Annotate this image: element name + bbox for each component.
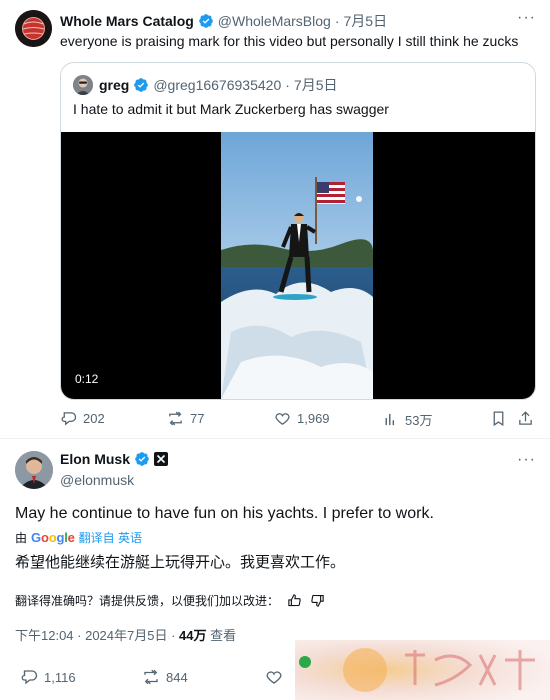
- reply-count: 202: [83, 411, 105, 426]
- quoted-display-name[interactable]: greg: [99, 77, 129, 93]
- reply-icon: [20, 668, 38, 686]
- repost-button[interactable]: 77: [167, 410, 204, 427]
- share-icon: [517, 410, 534, 427]
- google-logo: Google: [31, 530, 75, 545]
- thumbs-up-icon[interactable]: [287, 593, 302, 608]
- elon-avatar[interactable]: [15, 451, 53, 489]
- tweet-divider: [0, 438, 550, 439]
- x-affiliation-badge-icon[interactable]: [154, 452, 169, 466]
- heart-icon: [274, 410, 291, 427]
- views-button[interactable]: 53万: [382, 410, 432, 429]
- repost-icon: [167, 410, 184, 427]
- repost-count: 77: [190, 411, 205, 426]
- quoted-handle: @greg16676935420: [153, 77, 282, 93]
- translate-by-label: 由: [15, 531, 28, 545]
- video-frame: [221, 132, 373, 399]
- watermark-overlay: [295, 640, 550, 700]
- tweet-timestamp-row: 下午12:04 · 2024年7月5日 · 44万 查看: [15, 625, 236, 644]
- translate-from-link[interactable]: 翻译自 英语: [79, 529, 142, 546]
- separator-dot: ·: [334, 13, 340, 29]
- top-tweet-handle[interactable]: @WholeMarsBlog: [218, 13, 331, 29]
- quoted-date: 7月5日: [293, 77, 338, 93]
- top-tweet-text: everyone is praising mark for this video…: [60, 33, 519, 49]
- video-player[interactable]: 0:12: [61, 132, 535, 399]
- top-tweet-header: Whole Mars Catalog @WholeMarsBlog · 7月5日: [60, 11, 387, 31]
- separator-dot: ·: [285, 77, 290, 93]
- like-button[interactable]: 1,969: [274, 410, 330, 427]
- elon-reply-count: 1,116: [44, 669, 76, 685]
- top-tweet-display-name[interactable]: Whole Mars Catalog: [60, 13, 194, 29]
- top-tweet-more-button[interactable]: ···: [517, 9, 536, 27]
- top-tweet-date[interactable]: 7月5日: [344, 11, 388, 31]
- thumbs-down-icon[interactable]: [310, 593, 325, 608]
- video-timestamp: 0:12: [75, 372, 99, 386]
- elon-repost-count: 844: [166, 669, 188, 685]
- views-icon: [382, 411, 399, 428]
- elon-like-button[interactable]: [265, 668, 283, 686]
- whole-mars-avatar[interactable]: [15, 10, 52, 47]
- translation-feedback: 翻译得准确吗？请提供反馈，以便我们加以改进：: [15, 592, 325, 609]
- share-button[interactable]: [517, 410, 534, 427]
- verified-badge-icon: [133, 77, 149, 93]
- views-total: 44万: [179, 628, 207, 643]
- reply-icon: [60, 410, 77, 427]
- elon-display-name[interactable]: Elon Musk: [60, 451, 130, 467]
- elon-handle[interactable]: @elonmusk: [60, 472, 134, 488]
- like-count: 1,969: [297, 411, 330, 426]
- verified-badge-icon: [198, 13, 214, 29]
- views-count: 53万: [405, 413, 433, 428]
- translation-attribution: 由 Google 翻译自 英语: [15, 529, 142, 546]
- elon-tweet-text: May he continue to have fun on his yacht…: [15, 505, 434, 522]
- tweet-time[interactable]: 下午12:04 · 2024年7月5日 ·: [15, 628, 179, 643]
- reply-button[interactable]: 202: [60, 410, 105, 427]
- greg-avatar: [73, 75, 93, 95]
- heart-icon: [265, 668, 283, 686]
- bookmark-button[interactable]: [490, 410, 507, 427]
- quoted-tweet-card[interactable]: greg @greg16676935420 · 7月5日 I hate to a…: [60, 62, 536, 400]
- views-label: 查看: [210, 628, 237, 643]
- feedback-prompt: 翻译得准确吗？请提供反馈，以便我们加以改进：: [15, 594, 280, 608]
- translated-text: 希望他能继续在游艇上玩得开心。我更喜欢工作。: [15, 554, 346, 571]
- quoted-tweet-header: greg @greg16676935420 · 7月5日: [99, 75, 337, 95]
- quoted-tweet-text: I hate to admit it but Mark Zuckerberg h…: [73, 101, 389, 117]
- bookmark-icon: [490, 410, 507, 427]
- elon-reply-button[interactable]: 1,116: [20, 668, 76, 686]
- elon-repost-button[interactable]: 844: [142, 668, 188, 686]
- elon-tweet-header: Elon Musk: [60, 451, 169, 467]
- verified-badge-icon: [134, 451, 150, 467]
- elon-tweet-more-button[interactable]: ···: [517, 451, 536, 469]
- repost-icon: [142, 668, 160, 686]
